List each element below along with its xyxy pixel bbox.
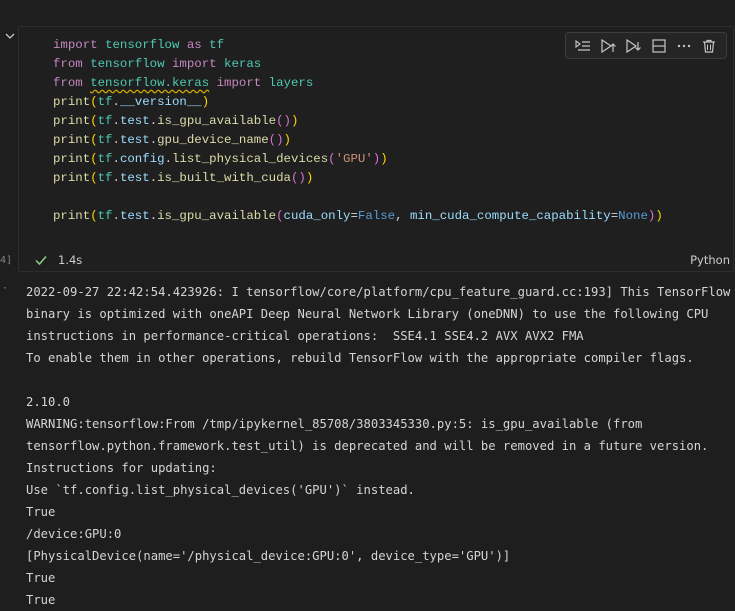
output-line: 2022-09-27 22:42:54.423926: I tensorflow… — [26, 285, 731, 299]
output-line: To enable them in other operations, rebu… — [26, 351, 694, 365]
more-actions-icon[interactable] — [674, 36, 694, 56]
output-line: tensorflow.python.framework.test_util) i… — [26, 439, 709, 453]
output-line: Instructions for updating: — [26, 461, 217, 475]
code-line: import tensorflow as tf — [53, 38, 225, 52]
output-line: True — [26, 593, 56, 607]
output-line: True — [26, 571, 56, 585]
collapse-chevron-icon[interactable] — [4, 30, 16, 42]
language-selector[interactable]: Python — [690, 253, 730, 267]
output-line: [PhysicalDevice(name='/physical_device:G… — [26, 549, 511, 563]
cell-output: 2022-09-27 22:42:54.423926: I tensorflow… — [26, 281, 731, 611]
output-line: WARNING:tensorflow:From /tmp/ipykernel_8… — [26, 417, 643, 431]
output-line: Use `tf.config.list_physical_devices('GP… — [26, 483, 415, 497]
delete-icon[interactable] — [699, 36, 719, 56]
code-line: print(tf.__version__) — [53, 95, 210, 109]
output-line: /device:GPU:0 — [26, 527, 122, 541]
code-line: from tensorflow.keras import layers — [53, 76, 314, 90]
cell-status: 1.4s — [34, 253, 82, 267]
code-line: print(tf.test.is_gpu_available(cuda_only… — [53, 209, 663, 223]
code-line: print(tf.test.gpu_device_name()) — [53, 133, 291, 147]
output-line: True — [26, 505, 56, 519]
execution-duration: 1.4s — [58, 253, 83, 267]
output-line: 2.10.0 — [26, 395, 71, 409]
code-line: print(tf.config.list_physical_devices('G… — [53, 152, 388, 166]
code-line: print(tf.test.is_built_with_cuda()) — [53, 171, 314, 185]
output-prompt[interactable]: · — [2, 283, 8, 294]
output-line: instructions in performance-critical ope… — [26, 329, 584, 343]
code-line: from tensorflow import keras — [53, 57, 262, 71]
execution-count: 4] — [0, 255, 13, 266]
check-icon — [35, 256, 47, 266]
code-line: print(tf.test.is_gpu_available()) — [53, 114, 299, 128]
code-editor[interactable]: import tensorflow as tf from tensorflow … — [53, 36, 663, 226]
output-line: binary is optimized with oneAPI Deep Neu… — [26, 307, 709, 321]
